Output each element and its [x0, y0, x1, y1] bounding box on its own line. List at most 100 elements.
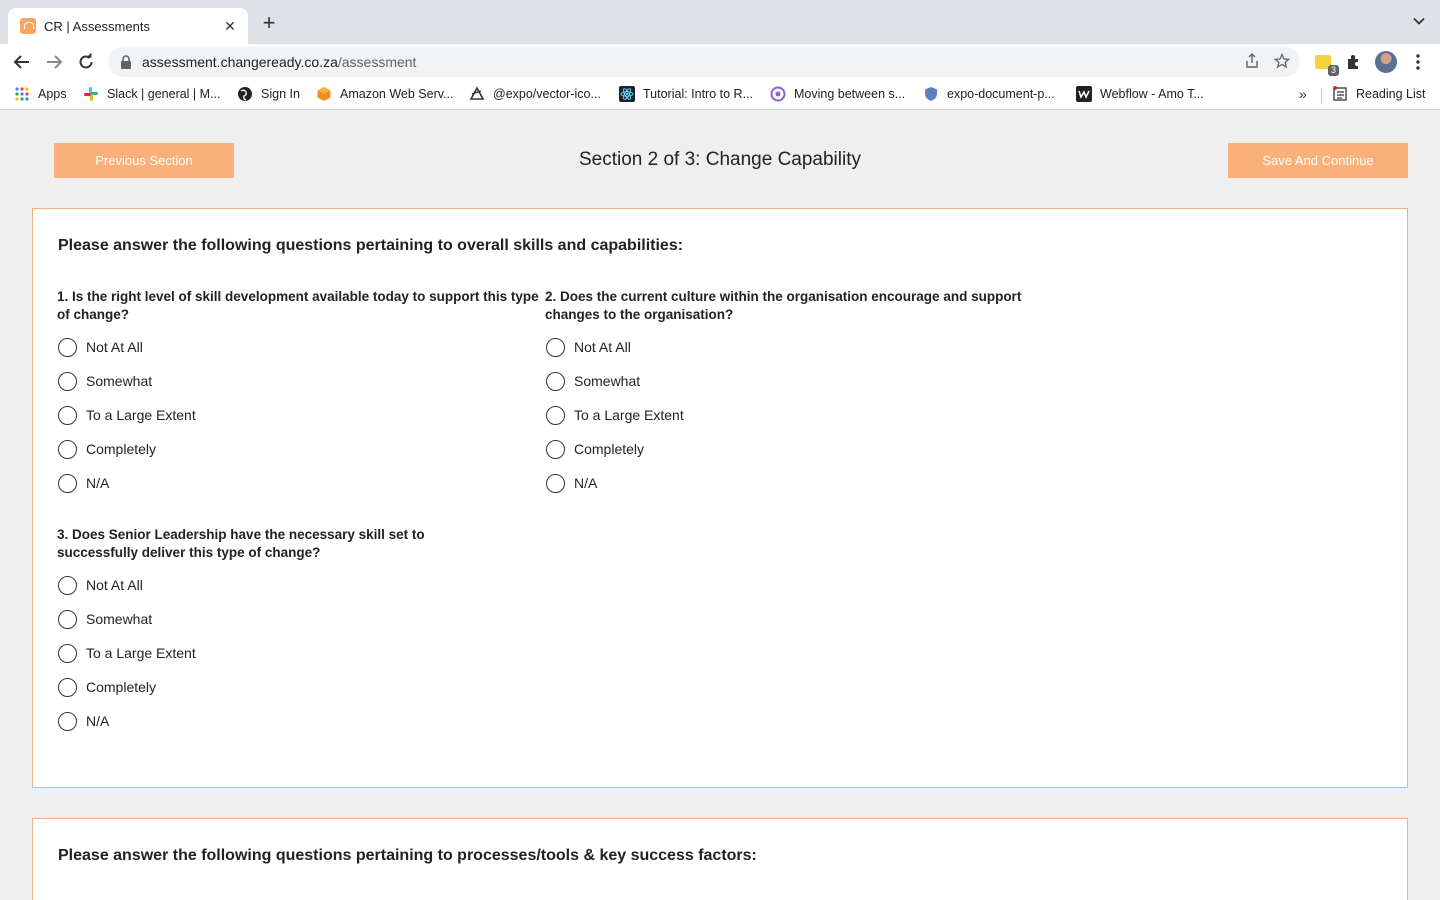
radio-button[interactable]: [546, 439, 565, 459]
option-label: Somewhat: [86, 611, 153, 627]
radio-button[interactable]: [58, 337, 77, 357]
radio-group: Not At All Somewhat To a Large Extent Co…: [545, 330, 1029, 500]
bookmark-label: expo-document-p...: [947, 87, 1055, 101]
option-label: Completely: [86, 441, 157, 457]
question-text: 2. Does the current culture within the o…: [545, 289, 1022, 322]
bookmark-aws[interactable]: Amazon Web Serv...: [316, 86, 453, 102]
url-path: /assessment: [337, 54, 417, 70]
radio-group: Not At All Somewhat To a Large Extent Co…: [57, 330, 541, 500]
option-label: To a Large Extent: [86, 407, 196, 423]
option-label: Completely: [86, 679, 157, 695]
option-label: Somewhat: [574, 373, 641, 389]
radio-option[interactable]: Not At All: [57, 568, 477, 602]
option-label: To a Large Extent: [574, 407, 684, 423]
bookmark-label: Webflow - Amo T...: [1100, 87, 1204, 101]
menu-kebab-icon[interactable]: [1406, 50, 1430, 74]
card-heading: Please answer the following questions pe…: [58, 237, 684, 254]
bookmark-label: Sign In: [261, 87, 300, 101]
extensions-puzzle-icon[interactable]: [1342, 50, 1366, 74]
radio-option[interactable]: Completely: [57, 670, 477, 704]
site-favicon-icon: [20, 18, 36, 34]
bookmark-label: Tutorial: Intro to R...: [643, 87, 753, 101]
radio-option[interactable]: N/A: [545, 466, 1029, 500]
more-bookmarks-icon[interactable]: »: [1299, 86, 1307, 102]
radio-button[interactable]: [58, 643, 77, 663]
save-and-continue-button[interactable]: Save And Continue: [1228, 143, 1408, 178]
radio-option[interactable]: Somewhat: [545, 364, 1029, 398]
radio-button[interactable]: [58, 371, 77, 391]
bookmark-label: Apps: [38, 87, 67, 101]
bookmark-sign-in[interactable]: Sign In: [237, 86, 300, 102]
question-text: 1. Is the right level of skill developme…: [57, 289, 539, 322]
reading-list-label: Reading List: [1356, 87, 1426, 101]
reload-icon[interactable]: [74, 50, 98, 74]
radio-button[interactable]: [58, 473, 77, 493]
bookmark-star-icon[interactable]: [1274, 53, 1290, 69]
bookmark-label: @expo/vector-ico...: [493, 87, 601, 101]
radio-option[interactable]: Somewhat: [57, 602, 477, 636]
radio-button[interactable]: [58, 575, 77, 595]
bookmark-moving-between[interactable]: Moving between s...: [770, 86, 905, 102]
bookmark-label: Moving between s...: [794, 87, 906, 101]
radio-button[interactable]: [58, 439, 77, 459]
option-label: Not At All: [574, 339, 631, 355]
extension-miro-icon[interactable]: 3: [1311, 50, 1339, 76]
option-label: Completely: [574, 441, 645, 457]
radio-option[interactable]: Completely: [545, 432, 1029, 466]
radio-button[interactable]: [58, 405, 77, 425]
browser-tab[interactable]: CR | Assessments ✕: [8, 8, 248, 44]
webflow-icon: [1076, 86, 1092, 102]
radio-option[interactable]: N/A: [57, 466, 541, 500]
processes-tools-card: Please answer the following questions pe…: [32, 818, 1408, 900]
page-title: Section 2 of 3: Change Capability: [578, 149, 861, 170]
bookmark-expo-document[interactable]: expo-document-p...: [923, 86, 1055, 102]
bookmark-apps[interactable]: Apps: [14, 86, 67, 102]
bookmark-expo-vector-icons[interactable]: @expo/vector-ico...: [469, 86, 601, 102]
radio-option[interactable]: Not At All: [545, 330, 1029, 364]
close-tab-icon[interactable]: ✕: [222, 18, 238, 35]
bookmarks-bar: Apps Slack | general | M... Sign In Amaz…: [0, 80, 1440, 110]
radio-button[interactable]: [58, 711, 77, 731]
extension-badge: 3: [1327, 65, 1339, 76]
radio-option[interactable]: To a Large Extent: [57, 398, 541, 432]
radio-button[interactable]: [546, 337, 565, 357]
lock-icon[interactable]: [120, 55, 132, 69]
circle-icon: [770, 86, 786, 102]
bookmark-label: Amazon Web Serv...: [340, 87, 454, 101]
bookmark-webflow[interactable]: Webflow - Amo T...: [1076, 86, 1204, 102]
avatar-icon: [1375, 51, 1397, 73]
option-label: Somewhat: [86, 373, 153, 389]
radio-button[interactable]: [546, 405, 565, 425]
radio-button[interactable]: [58, 677, 77, 697]
radio-option[interactable]: N/A: [57, 704, 477, 738]
profile-avatar[interactable]: [1374, 50, 1398, 74]
back-icon[interactable]: [10, 50, 34, 74]
question-text: 3. Does Senior Leadership have the neces…: [57, 527, 425, 560]
new-tab-icon[interactable]: +: [258, 12, 280, 34]
radio-option[interactable]: Somewhat: [57, 364, 541, 398]
bookmark-slack[interactable]: Slack | general | M...: [83, 86, 220, 102]
url-host: assessment.changeready.co.za: [142, 54, 338, 70]
share-icon[interactable]: [1244, 53, 1260, 69]
bookmark-label: Slack | general | M...: [107, 87, 221, 101]
card-heading: Please answer the following questions pe…: [58, 847, 757, 864]
radio-option[interactable]: To a Large Extent: [57, 636, 477, 670]
radio-button[interactable]: [546, 473, 565, 493]
option-label: N/A: [86, 713, 110, 729]
reading-list-button[interactable]: Reading List: [1332, 86, 1426, 102]
slack-icon: [84, 87, 98, 101]
question-2: 2. Does the current culture within the o…: [545, 288, 1029, 500]
tab-strip: CR | Assessments ✕ +: [0, 0, 1440, 44]
radio-option[interactable]: Completely: [57, 432, 541, 466]
react-icon: [619, 86, 635, 102]
radio-button[interactable]: [546, 371, 565, 391]
question-3: 3. Does Senior Leadership have the neces…: [57, 526, 477, 738]
forward-icon[interactable]: [42, 50, 66, 74]
radio-option[interactable]: To a Large Extent: [545, 398, 1029, 432]
globe-icon: [238, 87, 252, 101]
bookmark-react-tutorial[interactable]: Tutorial: Intro to R...: [619, 86, 753, 102]
radio-option[interactable]: Not At All: [57, 330, 541, 364]
chevron-down-icon[interactable]: [1412, 14, 1426, 28]
radio-button[interactable]: [58, 609, 77, 629]
address-bar[interactable]: assessment.changeready.co.za/assessment: [108, 47, 1300, 77]
